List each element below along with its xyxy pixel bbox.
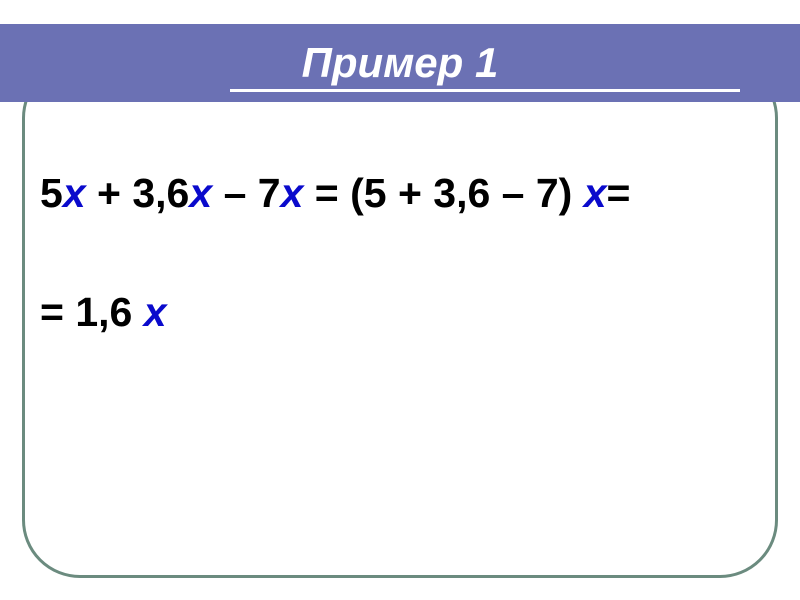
title-bar: Пример 1 (0, 24, 800, 102)
title-underline (230, 89, 740, 92)
content-frame (22, 60, 778, 578)
slide-title: Пример 1 (302, 39, 499, 87)
